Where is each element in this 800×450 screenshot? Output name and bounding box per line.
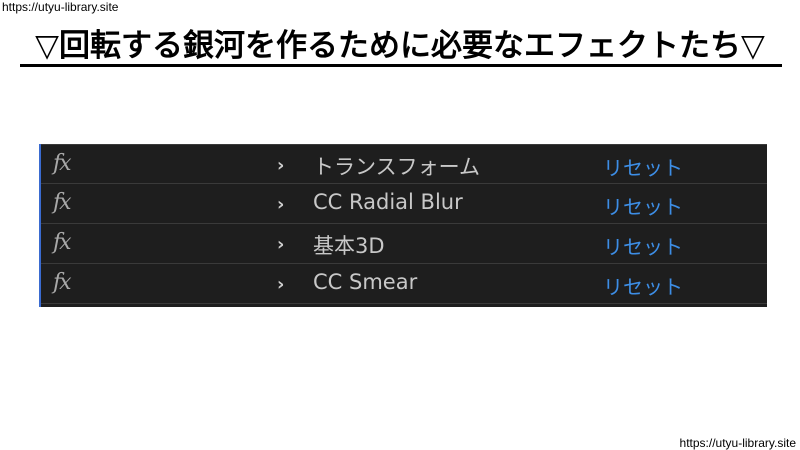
reset-link[interactable]: リセット (603, 152, 683, 181)
effect-name[interactable]: CC Radial Blur (313, 190, 463, 214)
site-url-bottom: https://utyu-library.site (679, 436, 796, 450)
site-url-top: https://utyu-library.site (2, 0, 119, 14)
fx-icon[interactable]: fx (53, 270, 72, 295)
effect-name[interactable]: CC Smear (313, 270, 417, 294)
page-title: ▽回転する銀河を作るために必要なエフェクトたち▽ (35, 28, 765, 64)
title-underline (20, 64, 782, 67)
effect-row-cc-radial-blur[interactable]: fx › CC Radial Blur リセット (41, 184, 767, 224)
chevron-right-icon[interactable]: › (277, 234, 284, 255)
effect-row-basic-3d[interactable]: fx › 基本3D リセット (41, 224, 767, 264)
reset-link[interactable]: リセット (603, 191, 683, 220)
effect-row-cc-smear[interactable]: fx › CC Smear リセット (41, 264, 767, 304)
reset-link[interactable]: リセット (603, 231, 683, 260)
effect-row-transform[interactable]: fx › トランスフォーム リセット (41, 144, 767, 184)
chevron-right-icon[interactable]: › (277, 155, 284, 176)
fx-icon[interactable]: fx (53, 230, 72, 255)
chevron-right-icon[interactable]: › (277, 194, 284, 215)
fx-icon[interactable]: fx (53, 151, 72, 176)
effect-controls-panel: fx › トランスフォーム リセット fx › CC Radial Blur リ… (39, 144, 767, 307)
chevron-right-icon[interactable]: › (277, 274, 284, 295)
fx-icon[interactable]: fx (53, 190, 72, 215)
effect-name[interactable]: 基本3D (313, 230, 385, 260)
effect-name[interactable]: トランスフォーム (313, 151, 480, 181)
reset-link[interactable]: リセット (603, 271, 683, 300)
